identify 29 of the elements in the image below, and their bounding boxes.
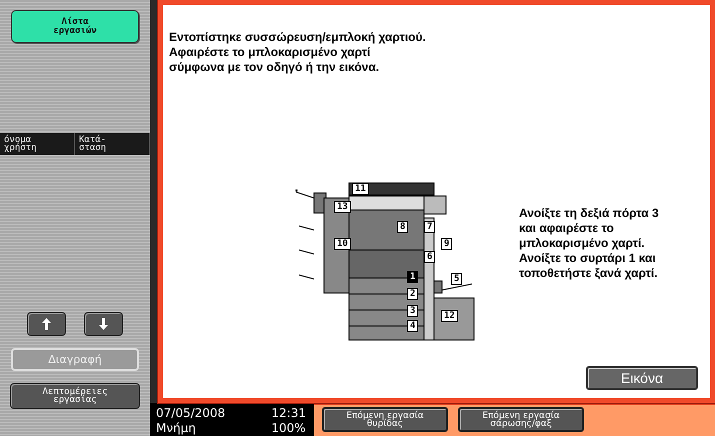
part-number-label: 4 <box>407 320 418 332</box>
next-job-button[interactable]: Επόμενη εργασία θυρίδας <box>322 407 448 432</box>
next-job-button[interactable]: Επόμενη εργασία σάρωσης/φαξ <box>458 407 584 432</box>
time-text: 12:31 <box>271 407 306 422</box>
up-arrow-icon <box>42 318 51 330</box>
job-details-button[interactable]: Λεπτομέρειες εργασίας <box>10 383 140 409</box>
scroll-down-button[interactable] <box>84 312 123 336</box>
part-number-label: 5 <box>451 273 462 285</box>
column-header: όνομα χρήστη <box>0 133 75 155</box>
part-number-label: 9 <box>441 238 452 250</box>
memory-value: 100% <box>271 422 306 436</box>
instructions-text: Ανοίξτε τη δεξιά πόρτα 3 και αφαιρέστε το μπλοκαρισμένο χαρτί. Ανοίξτε το συρτάρι 1 και τοποθετήστε ξανά χαρτί. <box>519 206 659 282</box>
job-list-button[interactable]: Λίστα εργασιών <box>11 10 139 43</box>
scroll-up-button[interactable] <box>27 312 66 336</box>
image-button[interactable]: Εικόνα <box>586 366 698 390</box>
down-arrow-icon <box>99 318 108 330</box>
part-number-label: 13 <box>334 201 351 213</box>
part-number-label: 1 <box>407 271 418 283</box>
part-number-label: 6 <box>424 251 436 263</box>
date-text: 07/05/2008 <box>156 407 226 422</box>
part-number-label: 12 <box>441 310 458 322</box>
jam-message: Εντοπίστηκε συσσώρευση/εμπλοκή χαρτιού. Αφαιρέστε το μπλοκαρισμένο χαρτί σύμφωνα με τον οδηγό ή την εικόνα. <box>169 30 427 75</box>
part-number-label: 7 <box>424 221 436 233</box>
memory-label: Μνήμη <box>156 422 197 436</box>
part-number-label: 11 <box>352 183 369 195</box>
part-number-label: 2 <box>407 288 418 300</box>
part-number-label: 3 <box>407 305 418 317</box>
part-number-label: 8 <box>397 221 408 233</box>
part-number-label: 10 <box>334 238 351 250</box>
